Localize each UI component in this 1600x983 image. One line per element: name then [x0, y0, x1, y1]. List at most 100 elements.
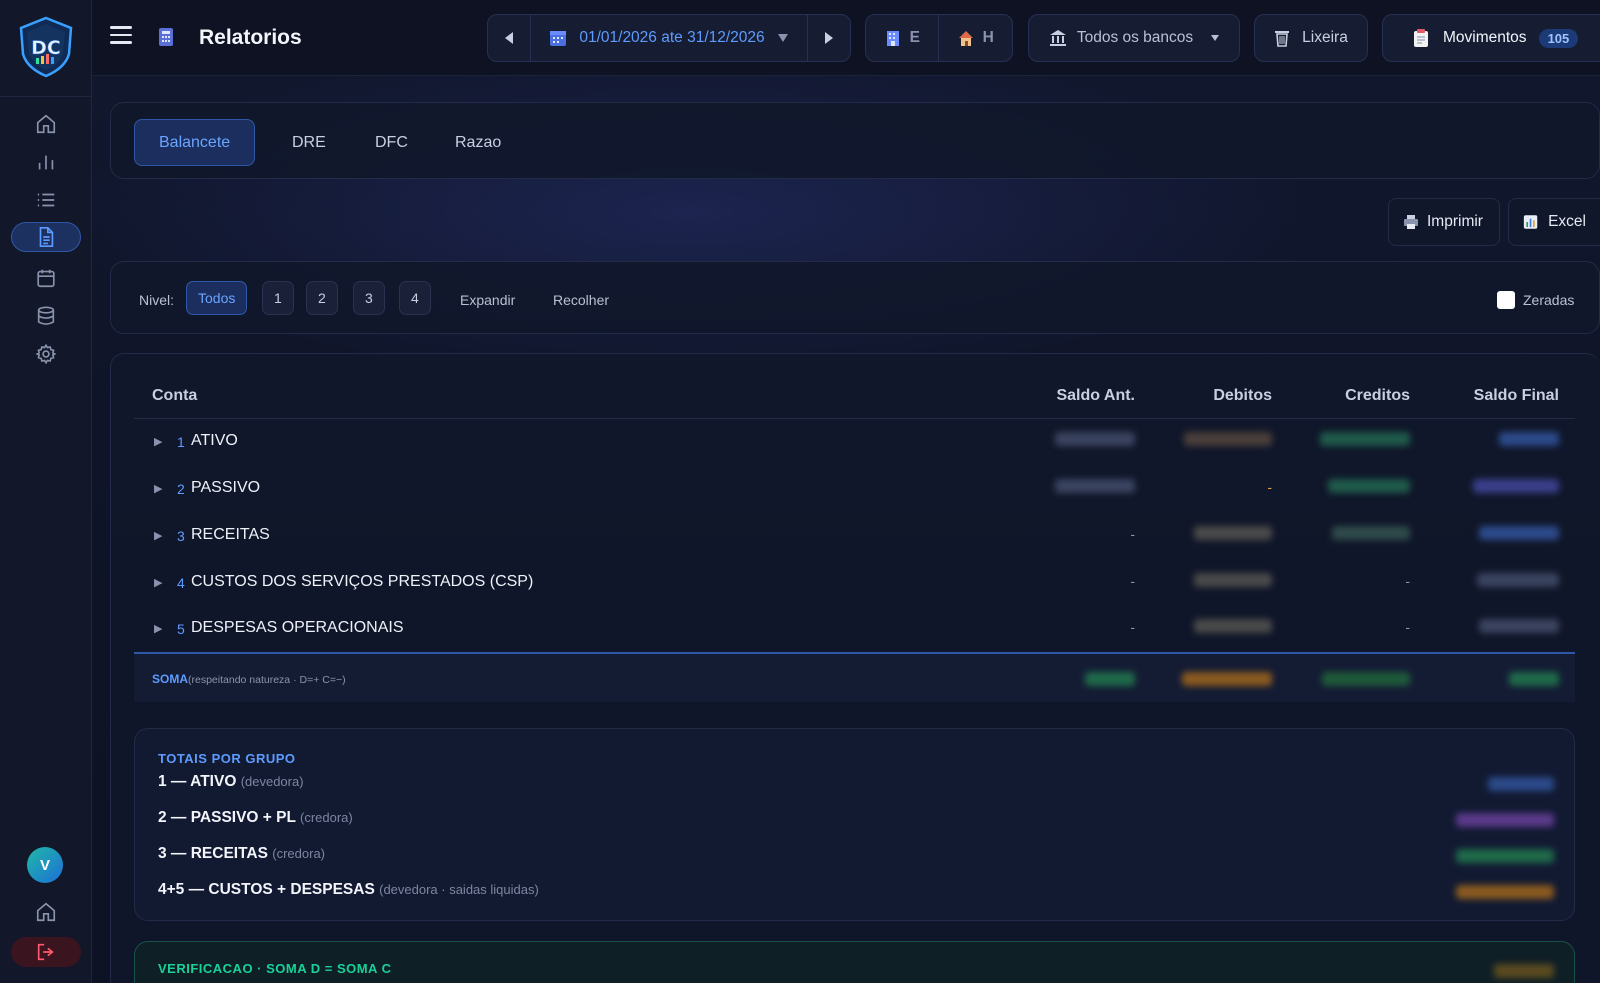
- table-row[interactable]: ▶ 1 ATIVO: [134, 419, 1575, 465]
- group-totals-card: TOTAIS POR GRUPO 1 — ATIVO (devedora) 2 …: [134, 728, 1575, 921]
- level-2-button[interactable]: 2: [306, 281, 338, 315]
- group-totals-title: TOTAIS POR GRUPO: [158, 751, 296, 766]
- tab-balancete[interactable]: Balancete: [134, 119, 256, 166]
- expand-row-icon[interactable]: ▶: [154, 435, 162, 448]
- trash-label: Lixeira: [1302, 29, 1348, 46]
- prev-period-button[interactable]: [488, 15, 530, 61]
- bank-selector-label: Todos os bancos: [1076, 29, 1194, 46]
- group-total-note: (credora): [300, 810, 353, 825]
- nav-charts[interactable]: [11, 147, 81, 177]
- page-title: Relatorios: [199, 26, 302, 49]
- expand-row-icon[interactable]: ▶: [154, 576, 162, 589]
- verification-card: VERIFICACAO · SOMA D = SOMA C: [134, 941, 1575, 983]
- nav-database[interactable]: [11, 301, 81, 331]
- nav-home[interactable]: [11, 109, 81, 139]
- cell-saldo-ant: -: [1130, 619, 1135, 635]
- group-total-note: (devedora): [240, 774, 304, 789]
- cell-debitos: [1152, 526, 1272, 543]
- database-icon: [37, 306, 55, 325]
- verification-value: [1494, 964, 1554, 978]
- view-h-button[interactable]: H: [939, 15, 1013, 61]
- movements-button[interactable]: Movimentos 105: [1382, 14, 1600, 62]
- home-icon: [36, 114, 56, 134]
- table-row[interactable]: ▶ 4 CUSTOS DOS SERVIÇOS PRESTADOS (CSP) …: [134, 560, 1575, 606]
- column-header-saldo-ant: Saldo Ant.: [1056, 387, 1135, 404]
- nav-list[interactable]: [11, 185, 81, 215]
- report-page-icon: [159, 28, 173, 46]
- account-code: 5: [177, 621, 185, 637]
- expand-all-button[interactable]: Expandir: [460, 292, 515, 308]
- tab-dre[interactable]: DRE: [268, 119, 350, 166]
- spreadsheet-icon: [1523, 215, 1538, 229]
- next-period-button[interactable]: [808, 15, 850, 61]
- level-4-button[interactable]: 4: [399, 281, 431, 315]
- account-code: 2: [177, 481, 185, 497]
- logout-button[interactable]: [11, 937, 81, 967]
- tab-dfc[interactable]: DFC: [351, 119, 432, 166]
- trash-button[interactable]: Lixeira: [1254, 14, 1368, 62]
- sum-creditos: [1290, 672, 1410, 691]
- table-row[interactable]: ▶ 3 RECEITAS -: [134, 513, 1575, 559]
- level-3-button[interactable]: 3: [353, 281, 385, 315]
- nav-reports[interactable]: [11, 222, 81, 252]
- cell-creditos: [1290, 526, 1410, 543]
- user-avatar[interactable]: V: [27, 847, 63, 883]
- account-code: 3: [177, 528, 185, 544]
- app-logo[interactable]: DC: [17, 16, 75, 78]
- level-1-button[interactable]: 1: [262, 281, 294, 315]
- group-total-value: [1488, 777, 1554, 791]
- expand-row-icon[interactable]: ▶: [154, 622, 162, 635]
- cell-creditos: [1290, 432, 1410, 449]
- cell-debitos: -: [1267, 479, 1272, 495]
- gear-icon: [35, 343, 57, 365]
- account-name: DESPESAS OPERACIONAIS: [191, 619, 404, 636]
- avatar-initial: V: [39, 856, 50, 874]
- cell-saldo-final: [1439, 432, 1559, 449]
- table-row[interactable]: ▶ 5 DESPESAS OPERACIONAIS - -: [134, 606, 1575, 652]
- movements-count-badge: 105: [1538, 28, 1579, 48]
- bank-selector[interactable]: Todos os bancos: [1028, 14, 1240, 62]
- account-code: 1: [177, 434, 185, 450]
- expand-row-icon[interactable]: ▶: [154, 482, 162, 495]
- cell-saldo-final: [1439, 526, 1559, 543]
- cell-debitos: [1152, 573, 1272, 590]
- cell-saldo-final: [1439, 479, 1559, 496]
- zeroed-checkbox[interactable]: [1497, 291, 1515, 309]
- logout-icon: [37, 943, 54, 961]
- nav-calendar[interactable]: [11, 263, 81, 293]
- account-code: 4: [177, 575, 185, 591]
- verification-title: VERIFICACAO · SOMA D = SOMA C: [158, 961, 392, 976]
- sidebar-divider: [0, 96, 92, 97]
- cell-saldo-ant: [1015, 432, 1135, 449]
- date-range-picker[interactable]: 01/01/2026 ate 31/12/2026: [531, 15, 807, 61]
- sum-row: SOMA(respeitando natureza · D=+ C=−): [134, 652, 1575, 702]
- menu-icon[interactable]: [110, 26, 132, 44]
- print-label: Imprimir: [1427, 213, 1483, 230]
- tab-razao[interactable]: Razao: [431, 119, 525, 166]
- expand-row-icon[interactable]: ▶: [154, 529, 162, 542]
- chevron-left-icon: [504, 32, 513, 44]
- print-button[interactable]: Imprimir: [1388, 198, 1500, 246]
- group-total-row: 2 — PASSIVO + PL (credora): [158, 809, 353, 826]
- movements-label: Movimentos: [1443, 29, 1527, 46]
- clipboard-icon: [1414, 29, 1428, 47]
- group-total-row: 4+5 — CUSTOS + DESPESAS (devedora · said…: [158, 881, 539, 898]
- group-total-value: [1456, 813, 1554, 827]
- view-e-button[interactable]: E: [866, 15, 938, 61]
- table-row[interactable]: ▶ 2 PASSIVO -: [134, 466, 1575, 512]
- group-total-row: 1 — ATIVO (devedora): [158, 773, 304, 790]
- collapse-all-button[interactable]: Recolher: [553, 292, 609, 308]
- group-total-note: (devedora · saidas liquidas): [379, 882, 539, 897]
- account-name: ATIVO: [191, 432, 238, 449]
- cell-creditos: [1290, 479, 1410, 496]
- excel-button[interactable]: Excel: [1508, 198, 1600, 246]
- movements-button-inner: Movimentos 105: [1383, 15, 1579, 61]
- level-all-button[interactable]: Todos: [186, 281, 248, 315]
- trash-button-inner: Lixeira: [1255, 15, 1367, 61]
- nav-home-bottom[interactable]: [11, 897, 81, 927]
- view-toggle: E H: [865, 14, 1013, 62]
- nav-settings[interactable]: [11, 339, 81, 369]
- group-total-note: (credora): [272, 846, 326, 861]
- chevron-down-icon: [777, 34, 788, 42]
- account-name: PASSIVO: [191, 479, 261, 496]
